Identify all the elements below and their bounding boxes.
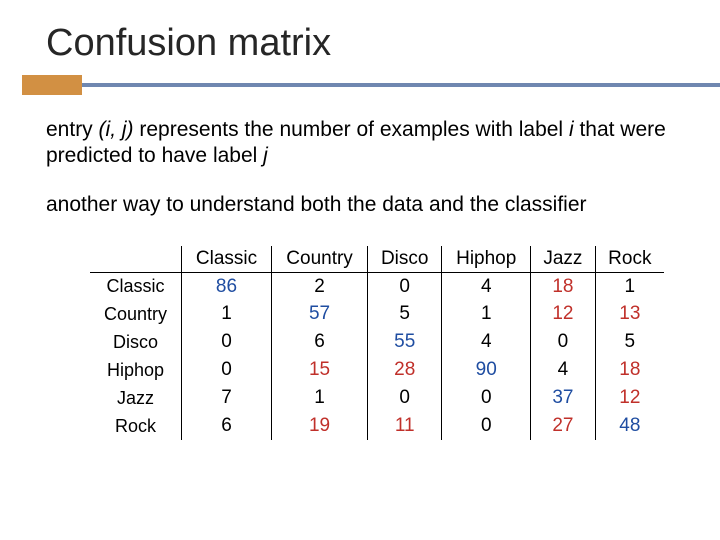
cell: 11 (368, 412, 442, 440)
cell: 0 (182, 328, 272, 356)
divider (0, 75, 720, 95)
table-row: Jazz 7 1 0 0 37 12 (90, 384, 664, 412)
paragraph-1: entry (i, j) represents the number of ex… (46, 117, 676, 170)
col-header: Classic (182, 246, 272, 273)
cell: 55 (368, 328, 442, 356)
col-header: Hiphop (442, 246, 531, 273)
cell: 1 (442, 300, 531, 328)
cell: 12 (595, 384, 664, 412)
cell: 5 (595, 328, 664, 356)
cell: 4 (442, 272, 531, 300)
slide-title: Confusion matrix (0, 0, 720, 75)
paragraph-2: another way to understand both the data … (46, 192, 676, 218)
cell: 12 (531, 300, 596, 328)
row-header: Jazz (90, 384, 182, 412)
cell: 19 (272, 412, 368, 440)
cell: 57 (272, 300, 368, 328)
cell: 27 (531, 412, 596, 440)
row-header: Country (90, 300, 182, 328)
cell: 0 (442, 384, 531, 412)
col-header: Rock (595, 246, 664, 273)
divider-line (82, 83, 720, 87)
body-text: entry (i, j) represents the number of ex… (0, 95, 720, 218)
row-header: Hiphop (90, 356, 182, 384)
cell: 5 (368, 300, 442, 328)
text: entry (46, 118, 99, 141)
table-corner (90, 246, 182, 273)
cell: 90 (442, 356, 531, 384)
cell: 1 (272, 384, 368, 412)
table-row: Hiphop 0 15 28 90 4 18 (90, 356, 664, 384)
table-header-row: Classic Country Disco Hiphop Jazz Rock (90, 246, 664, 273)
text-j: j (263, 144, 268, 167)
cell: 0 (442, 412, 531, 440)
cell: 6 (182, 412, 272, 440)
cell: 0 (368, 272, 442, 300)
cell: 37 (531, 384, 596, 412)
cell: 48 (595, 412, 664, 440)
cell: 15 (272, 356, 368, 384)
cell: 13 (595, 300, 664, 328)
col-header: Country (272, 246, 368, 273)
divider-accent (22, 75, 82, 95)
text-ij: (i, j) (99, 118, 134, 141)
cell: 18 (595, 356, 664, 384)
table-row: Disco 0 6 55 4 0 5 (90, 328, 664, 356)
table-row: Rock 6 19 11 0 27 48 (90, 412, 664, 440)
row-header: Rock (90, 412, 182, 440)
cell: 4 (442, 328, 531, 356)
table-row: Country 1 57 5 1 12 13 (90, 300, 664, 328)
cell: 1 (595, 272, 664, 300)
cell: 0 (368, 384, 442, 412)
cell: 28 (368, 356, 442, 384)
cell: 4 (531, 356, 596, 384)
text: represents the number of examples with l… (134, 118, 569, 141)
row-header: Disco (90, 328, 182, 356)
cell: 7 (182, 384, 272, 412)
cell: 86 (182, 272, 272, 300)
cell: 0 (531, 328, 596, 356)
col-header: Jazz (531, 246, 596, 273)
cell: 6 (272, 328, 368, 356)
col-header: Disco (368, 246, 442, 273)
confusion-matrix-table: Classic Country Disco Hiphop Jazz Rock C… (90, 246, 664, 441)
table-row: Classic 86 2 0 4 18 1 (90, 272, 664, 300)
cell: 18 (531, 272, 596, 300)
cell: 0 (182, 356, 272, 384)
cell: 2 (272, 272, 368, 300)
cell: 1 (182, 300, 272, 328)
row-header: Classic (90, 272, 182, 300)
